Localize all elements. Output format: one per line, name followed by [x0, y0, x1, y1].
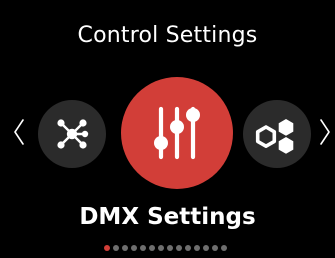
page-dot[interactable] [167, 245, 173, 251]
control-settings-screen: Control Settings DMX Settings [0, 0, 335, 258]
carousel-item-network[interactable] [38, 100, 106, 168]
carousel-item-effects[interactable] [243, 100, 311, 168]
page-dot[interactable] [185, 245, 191, 251]
page-dot[interactable] [176, 245, 182, 251]
page-dot[interactable] [203, 245, 209, 251]
page-dot[interactable] [221, 245, 227, 251]
page-dot[interactable] [113, 245, 119, 251]
sliders-icon [145, 101, 209, 165]
chevron-right-icon [320, 119, 330, 145]
page-dot[interactable] [158, 245, 164, 251]
page-dot[interactable] [212, 245, 218, 251]
chevron-left-icon [14, 119, 24, 145]
pagination-dots [104, 245, 227, 251]
page-dot[interactable] [131, 245, 137, 251]
page-title: Control Settings [77, 23, 258, 48]
page-dot[interactable] [194, 245, 200, 251]
page-dot[interactable] [122, 245, 128, 251]
hexagons-icon [255, 112, 299, 156]
page-dot-active[interactable] [104, 245, 110, 251]
carousel-item-dmx-settings[interactable] [121, 77, 233, 189]
selected-item-label: DMX Settings [79, 204, 256, 230]
previous-button[interactable] [11, 114, 27, 150]
next-button[interactable] [317, 114, 333, 150]
page-dot[interactable] [149, 245, 155, 251]
network-hub-icon [52, 114, 92, 154]
page-dot[interactable] [140, 245, 146, 251]
